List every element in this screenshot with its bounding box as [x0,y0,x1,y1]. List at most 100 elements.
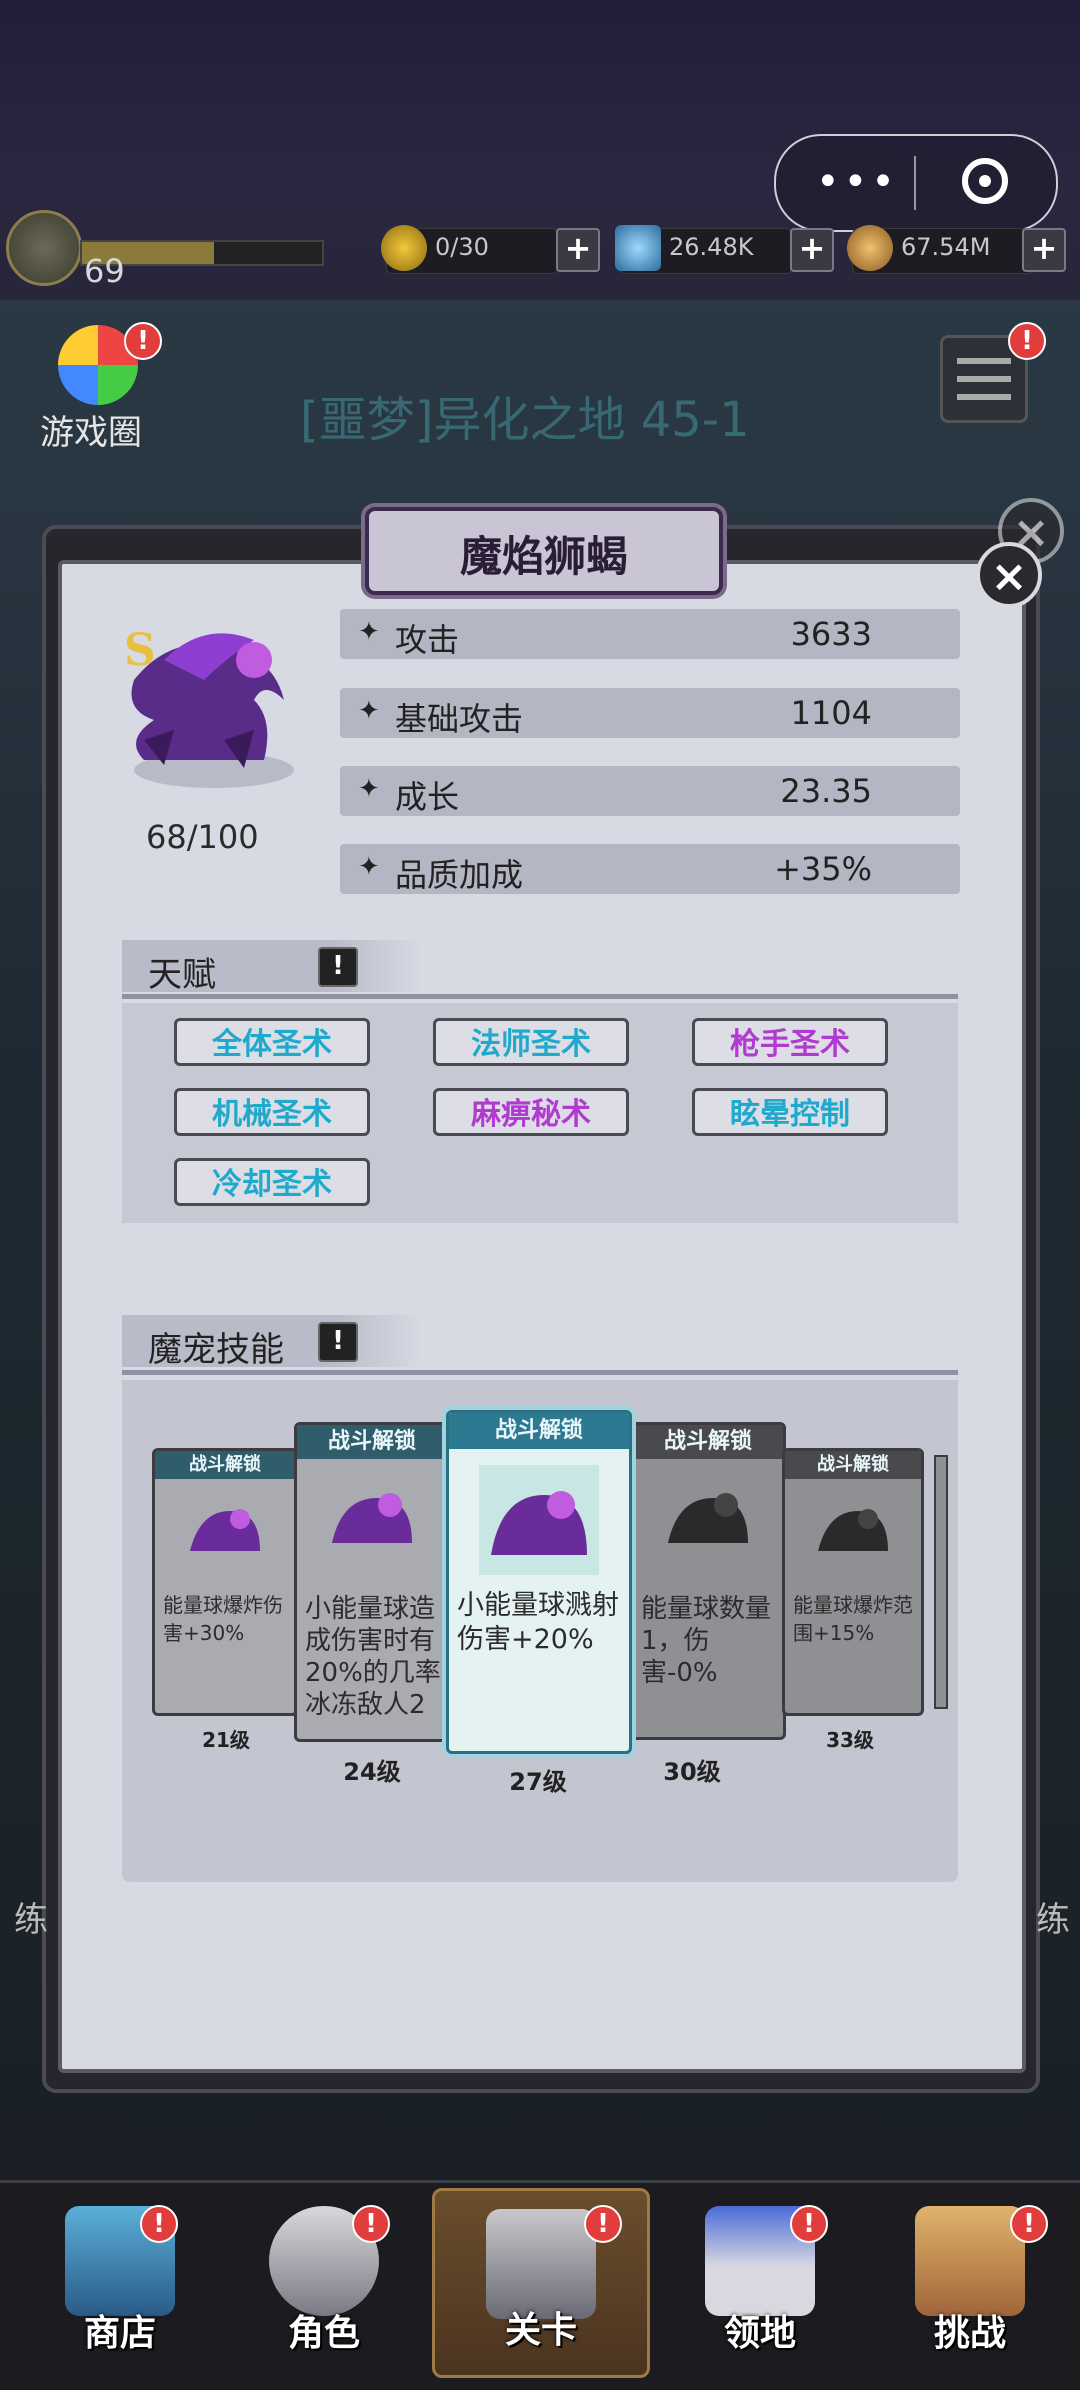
stat-value: 3633 [790,615,872,653]
skill-unlock-level: 24级 [343,1758,401,1786]
skills-info-icon[interactable]: ! [318,1322,358,1362]
talent-section-header: 天赋 ! [122,940,422,995]
gem-value: 26.48K [669,233,754,261]
star-icon: ✦ [358,774,380,804]
side-label-right: 练 [1036,1900,1070,1940]
skill-card[interactable]: 战斗解锁 能量球爆炸伤害+30% [152,1448,298,1716]
pet-portrait: S [124,625,294,788]
stat-row-base-attack: ✦ 基础攻击 1104 [340,688,960,738]
nav-label: 商店 [83,2313,156,2354]
close-miniprogram-icon[interactable] [962,158,1008,204]
stat-label: 成长 [395,778,460,816]
stat-row-growth: ✦ 成长 23.35 [340,766,960,816]
lightning-icon [381,225,427,271]
menu-notification-badge: ! [1008,322,1046,360]
skill-card-locked[interactable]: 战斗解锁 能量球爆炸范围+15% [782,1448,924,1716]
coin-icon [847,225,893,271]
skill-card-header: 战斗解锁 [155,1451,295,1479]
add-energy-button[interactable]: + [556,228,600,272]
nav-label: 关卡 [504,2310,577,2351]
skills-section-header: 魔宠技能 ! [122,1315,422,1370]
notification-badge: ! [352,2205,390,2243]
energy-counter: 0/30 [381,225,558,274]
nav-label: 挑战 [933,2313,1006,2354]
skill-card-header: 战斗解锁 [633,1425,783,1459]
skill-description: 能量球数量1，伤害-0% [641,1594,772,1688]
coin-value: 67.54M [901,233,991,261]
skill-description: 能量球爆炸伤害+30% [163,1593,283,1645]
section-divider [122,1370,958,1375]
skill-card-header: 战斗解锁 [449,1413,629,1449]
skill-pet-image-locked [818,1509,888,1551]
gem-icon [615,225,661,271]
star-icon: ✦ [358,852,380,882]
skill-unlock-level: 21级 [202,1728,250,1752]
capsule-divider [914,156,916,210]
skill-unlock-level: 27级 [509,1768,567,1796]
nav-territory[interactable]: 领地 [660,2188,860,2378]
skill-description: 小能量球溅射伤害+20% [457,1590,619,1655]
talent-tag[interactable]: 眩晕控制 [692,1088,888,1136]
skill-card-selected[interactable]: 战斗解锁 小能量球溅射伤害+20% [446,1410,632,1754]
skill-pet-image [190,1509,260,1551]
talent-tag[interactable]: 机械圣术 [174,1088,370,1136]
side-label-left: 练 [14,1900,48,1940]
scroll-map-icon [915,2206,1025,2316]
stat-value: +35% [774,850,872,888]
miniprogram-capsule: ••• [774,134,1058,232]
talent-tag[interactable]: 麻痹秘术 [433,1088,629,1136]
skill-card-header: 战斗解锁 [297,1425,447,1459]
skill-card-locked[interactable]: 战斗解锁 能量球数量1，伤害-0% [630,1422,786,1740]
skill-pet-image [479,1465,599,1575]
nav-label: 领地 [723,2313,796,2354]
coin-counter: 67.54M [847,225,1034,274]
gem-counter: 26.48K [615,225,792,274]
pet-name: 魔焰狮蝎 [459,532,628,581]
skill-unlock-level: 30级 [663,1758,721,1786]
nav-character[interactable]: 角色 [224,2188,424,2378]
star-icon: ✦ [358,617,380,647]
stage-title: [噩梦]异化之地 45-1 [300,392,750,448]
stat-row-attack: ✦ 攻击 3633 [340,609,960,659]
notification-badge: ! [124,322,162,360]
talent-tag[interactable]: 法师圣术 [433,1018,629,1066]
energy-value: 0/30 [435,233,489,261]
dialog-title-plate: 魔焰狮蝎 [365,507,723,595]
game-circle-label: 游戏圈 [40,413,142,453]
notification-badge: ! [790,2205,828,2243]
stat-label: 攻击 [395,621,460,659]
more-options-icon[interactable]: ••• [816,162,899,202]
skill-description: 小能量球造成伤害时有20%的几率冰冻敌人2 [305,1594,441,1720]
notification-badge: ! [140,2205,178,2243]
stat-label: 基础攻击 [395,700,524,738]
stat-row-quality-bonus: ✦ 品质加成 +35% [340,844,960,894]
skill-pet-image-locked [668,1493,748,1543]
star-icon: ✦ [358,696,380,726]
notification-badge: ! [584,2205,622,2243]
add-coins-button[interactable]: + [1022,228,1066,272]
skill-description: 能量球爆炸范围+15% [793,1593,913,1645]
player-avatar-badge[interactable] [6,210,82,286]
stat-value: 1104 [790,694,872,732]
stat-label: 品质加成 [395,856,524,894]
player-level: 69 [84,252,125,290]
talent-tag[interactable]: 枪手圣术 [692,1018,888,1066]
skill-card-header: 战斗解锁 [785,1451,921,1479]
next-card-edge [934,1455,948,1709]
skill-pet-image [332,1493,412,1543]
talent-info-icon[interactable]: ! [318,947,358,987]
skill-card[interactable]: 战斗解锁 小能量球造成伤害时有20%的几率冰冻敌人2 [294,1422,450,1742]
talent-title: 天赋 [148,955,216,995]
add-gems-button[interactable]: + [790,228,834,272]
notification-badge: ! [1010,2205,1048,2243]
talent-tag[interactable]: 全体圣术 [174,1018,370,1066]
s-rank-icon: S [124,625,156,676]
nav-shop[interactable]: 商店 [20,2188,220,2378]
pet-fragment-count: 68/100 [146,818,259,856]
close-dialog-button[interactable]: × [976,542,1042,608]
nav-label: 角色 [287,2313,360,2354]
skill-unlock-level: 33级 [826,1728,874,1752]
skills-title: 魔宠技能 [148,1330,284,1370]
talent-tag[interactable]: 冷却圣术 [174,1158,370,1206]
stat-value: 23.35 [780,772,872,810]
